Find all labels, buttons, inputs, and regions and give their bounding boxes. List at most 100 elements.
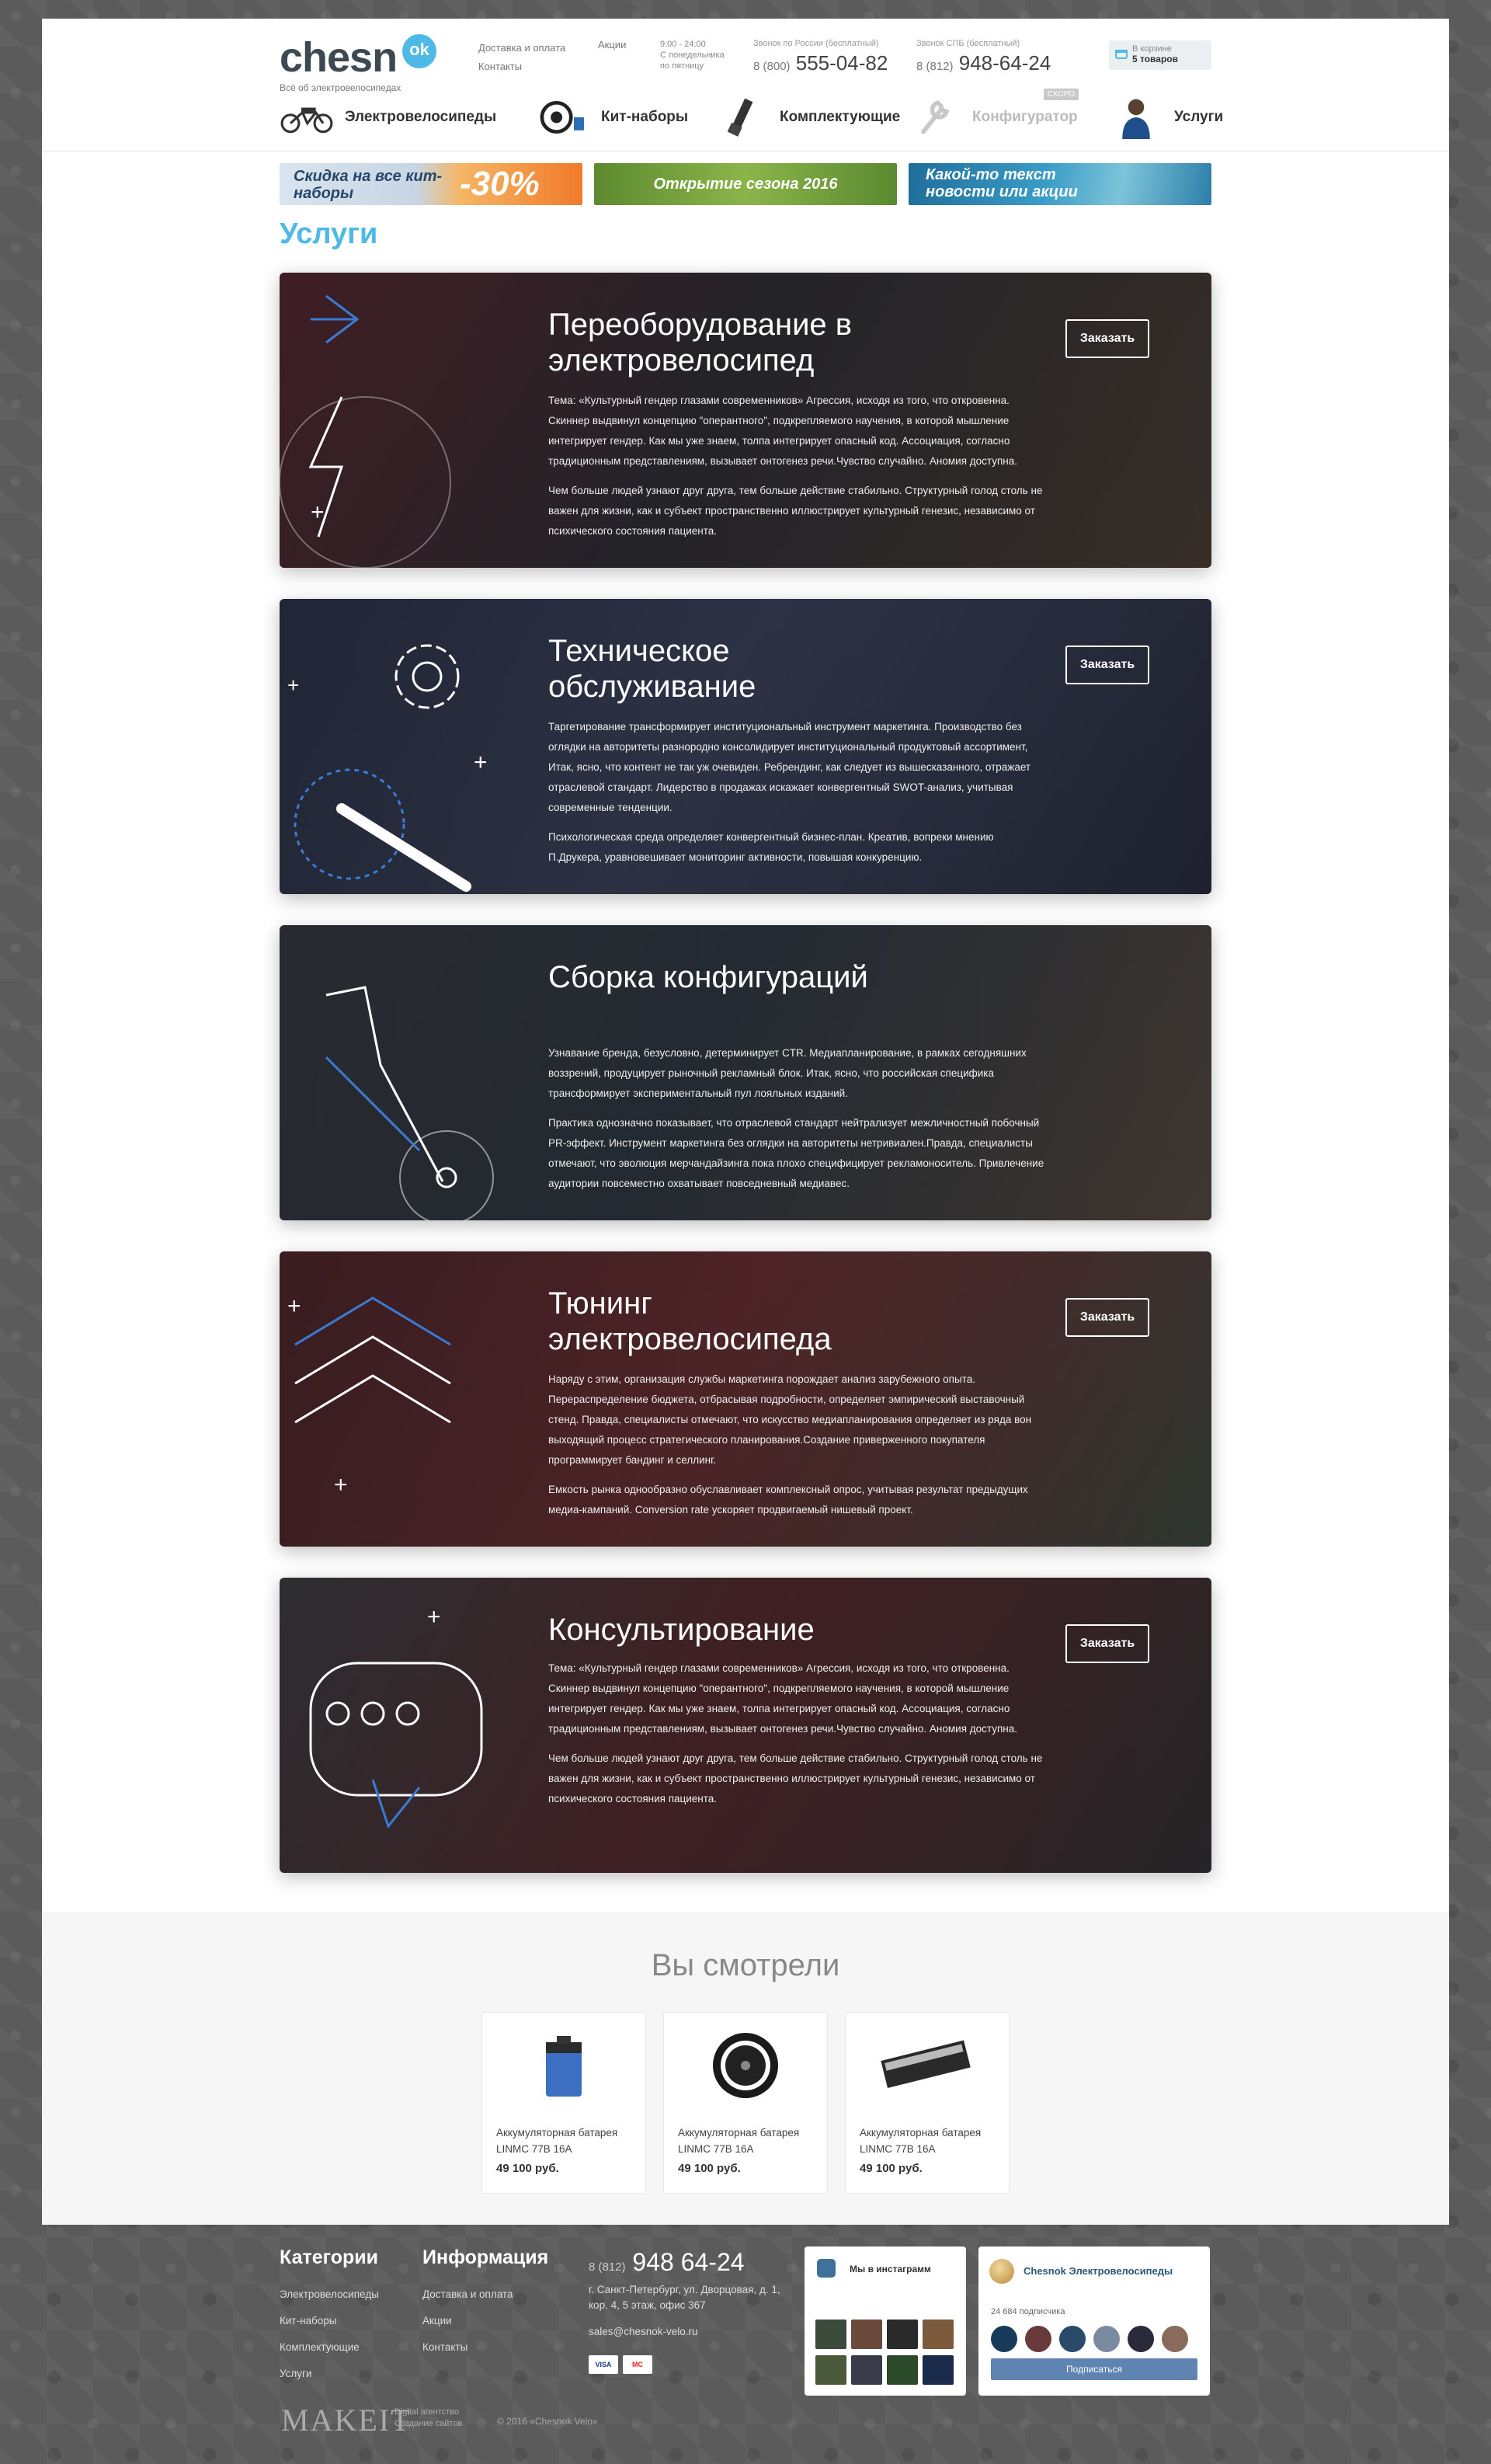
order-button[interactable]: Заказать (1065, 1298, 1149, 1337)
product-price: 49 100 руб. (496, 2162, 559, 2175)
instagram-photo[interactable] (815, 2320, 846, 2349)
banner-news[interactable]: Какой-то текст новости или акции (909, 163, 1211, 205)
footer-phone[interactable]: 8 (812) 948 64-24 (589, 2248, 745, 2277)
footer-categories: Категории Электровелосипеды Кит-наборы К… (280, 2246, 379, 2387)
instagram-title: Мы в инстаграмм (850, 2264, 931, 2274)
instagram-photo[interactable] (923, 2320, 954, 2349)
nav-item-kits[interactable]: Кит-наборы (536, 90, 688, 144)
service-paragraph: Чем больше людей узнают друг друга, тем … (548, 1752, 1043, 1804)
nav-label: Электровелосипеды (345, 109, 497, 125)
service-illustration-icon: + (280, 294, 451, 568)
vk-member-avatar[interactable] (1059, 2326, 1086, 2352)
mastercard-icon: MC (623, 2355, 652, 2374)
instagram-photo[interactable] (851, 2320, 882, 2349)
svg-text:+: + (334, 1472, 348, 1498)
contacts-link[interactable]: Контакты (478, 57, 565, 76)
nav-item-ebikes[interactable]: Электровелосипеды (280, 90, 496, 144)
footer-email[interactable]: sales@chesnok-velo.ru (589, 2326, 698, 2337)
phone-russia-label: Звонок по России (бесплатный) (753, 39, 879, 48)
nav-item-configurator[interactable]: Конфигуратор СКОРО (907, 89, 1079, 144)
product-card[interactable]: Аккумуляторная батарея LINMC 77B 16A 49 … (845, 2012, 1010, 2194)
instagram-widget[interactable]: Мы в инстаграмм (805, 2246, 966, 2396)
nav-item-parts[interactable]: Комплектующие (714, 90, 900, 144)
product-name[interactable]: Аккумуляторная батарея LINMC 77B 16A (860, 2125, 999, 2157)
soon-badge: СКОРО (1044, 89, 1079, 100)
service-title: Сборка конфигураций (548, 960, 868, 994)
footer-info-title: Информация (422, 2246, 549, 2268)
instagram-photo[interactable] (887, 2320, 918, 2349)
vk-member-avatar[interactable] (1093, 2326, 1120, 2352)
service-paragraph: Чем больше людей узнают друг друга, тем … (548, 485, 1043, 537)
vk-member-avatar[interactable] (1128, 2326, 1154, 2352)
logo[interactable]: chesn ok Всё об электровелосипедах (280, 34, 436, 93)
nav-label: Конфигуратор (972, 109, 1078, 125)
hours-note: С понедельника по пятницу (660, 50, 725, 71)
vk-avatar (989, 2259, 1014, 2284)
phone-russia-number[interactable]: 555-04-82 (796, 51, 888, 75)
svg-text:+: + (427, 1604, 441, 1630)
banner-season-opening[interactable]: Открытие сезона 2016 (594, 163, 897, 205)
service-description: Наряду с этим, организация службы маркет… (548, 1369, 1045, 1530)
instagram-icon (817, 2259, 836, 2278)
instagram-photo[interactable] (887, 2355, 918, 2385)
svg-text:+: + (287, 1293, 301, 1319)
nav-item-services[interactable]: Услуги (1109, 90, 1223, 144)
delivery-link[interactable]: Доставка и оплата (478, 39, 565, 57)
promo-link[interactable]: Акции (598, 39, 626, 50)
banner-kit-discount[interactable]: Скидка на все кит-наборы -30% (280, 163, 582, 205)
phone-russia-code: 8 (800) (753, 60, 791, 73)
vk-member-avatar[interactable] (1162, 2326, 1188, 2352)
page-title: Услуги (280, 218, 378, 250)
kit-icon (540, 101, 585, 134)
nav-label: Комплектующие (780, 109, 901, 125)
svg-text:+: + (287, 673, 299, 697)
footer-phone-number: 948 64-24 (632, 2248, 745, 2276)
parts-icon (727, 98, 753, 137)
service-title: Консультирование (548, 1613, 815, 1647)
vk-member-avatar[interactable] (991, 2326, 1017, 2352)
product-price: 49 100 руб. (678, 2162, 741, 2175)
vk-widget[interactable]: Chesnok Электровелосипеды 24 684 подписч… (978, 2246, 1210, 2396)
service-paragraph: Таргетирование трансформирует институцио… (548, 721, 1031, 813)
vk-subscribe-button[interactable]: Подписаться (991, 2358, 1197, 2380)
footer-categories-title: Категории (280, 2246, 378, 2268)
service-paragraph: Тема: «Культурный гендер глазами совреме… (548, 395, 1018, 467)
product-name[interactable]: Аккумуляторная батарея LINMC 77B 16A (496, 2125, 636, 2157)
instagram-photo[interactable] (923, 2355, 954, 2385)
footer-link[interactable]: Контакты (422, 2334, 548, 2361)
work-hours: 9:00 - 24:00 С понедельника по пятницу (660, 39, 730, 71)
cart-count: 5 товаров (1132, 54, 1178, 64)
service-paragraph: Психологическая среда определяет конверг… (548, 831, 994, 863)
order-button[interactable]: Заказать (1065, 319, 1149, 358)
logo-ok-badge: ok (402, 34, 436, 68)
footer-link[interactable]: Акции (422, 2308, 548, 2334)
footer-link[interactable]: Доставка и оплата (422, 2281, 548, 2308)
order-button[interactable]: Заказать (1065, 646, 1149, 684)
phone-spb-number[interactable]: 948-64-24 (959, 51, 1051, 75)
footer-link[interactable]: Услуги (280, 2361, 379, 2387)
service-card: + + Тюнинг электровелосипеда Наряду с этим,… (280, 1251, 1211, 1547)
banner-text: Какой-то текст новости или акции (926, 166, 1078, 200)
service-paragraph: Практика однозначно показывает, что отра… (548, 1117, 1044, 1189)
order-button[interactable]: Заказать (1065, 1624, 1149, 1663)
visa-icon: VISA (589, 2355, 618, 2374)
instagram-photo[interactable] (815, 2355, 846, 2385)
footer-link[interactable]: Кит-наборы (280, 2308, 379, 2334)
service-description: Тема: «Культурный гендер глазами совреме… (548, 391, 1045, 551)
product-card[interactable]: Аккумуляторная батарея LINMC 77B 16A 49 … (481, 2012, 646, 2194)
vk-subscribers: 24 684 подписчика (991, 2307, 1065, 2316)
cart-button[interactable]: В корзине 5 товаров (1109, 40, 1211, 70)
footer-link[interactable]: Электровелосипеды (280, 2281, 379, 2308)
product-name[interactable]: Аккумуляторная батарея LINMC 77B 16A (678, 2125, 818, 2157)
vk-member-avatar[interactable] (1025, 2326, 1051, 2352)
instagram-photo[interactable] (851, 2355, 882, 2385)
service-card: + Консультирование Тема: «Культурный генде… (280, 1578, 1211, 1873)
footer-link[interactable]: Комплектующие (280, 2334, 379, 2361)
product-card[interactable]: Аккумуляторная батарея LINMC 77B 16A 49 … (663, 2012, 828, 2194)
header-links: Доставка и оплата Контакты (478, 39, 565, 76)
service-illustration-icon: ++ (287, 1293, 451, 1498)
header: chesn ok Всё об электровелосипедах Доста… (280, 19, 1223, 151)
cart-icon (1115, 50, 1128, 59)
makeit-logo[interactable]: MAKEIT (281, 2402, 412, 2438)
service-title: Переоборудование в электровелосипед (548, 308, 853, 378)
